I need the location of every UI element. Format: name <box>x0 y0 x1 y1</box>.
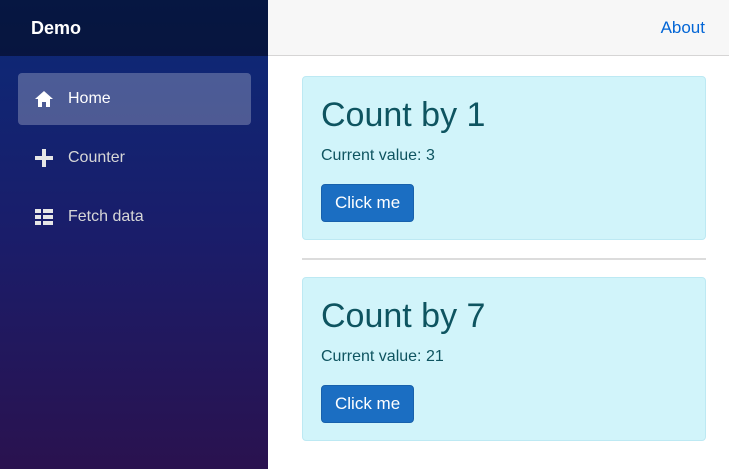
click-me-button[interactable]: Click me <box>321 184 415 222</box>
sidebar-item-label: Counter <box>68 149 125 166</box>
brand-title[interactable]: Demo <box>31 18 81 39</box>
home-icon <box>34 89 54 109</box>
current-value: Current value: 21 <box>321 348 444 365</box>
plus-icon <box>34 148 54 168</box>
sidebar-item-counter[interactable]: Counter <box>18 132 251 184</box>
counter-title: Count by 1 <box>321 96 486 134</box>
list-icon <box>34 207 54 227</box>
sidebar-item-label: Fetch data <box>68 208 144 225</box>
divider <box>302 258 706 260</box>
counter-card-2: Count by 7 Current value: 21 Click me <box>302 277 706 441</box>
counter-title: Count by 7 <box>321 297 486 335</box>
nav-menu: Home Counter Fetch data <box>0 56 268 243</box>
top-bar: About <box>268 0 729 56</box>
counter-card-1: Count by 1 Current value: 3 Click me <box>302 76 706 240</box>
sidebar: Demo Home Counter Fetch data <box>0 0 268 469</box>
sidebar-item-home[interactable]: Home <box>18 73 251 125</box>
sidebar-item-fetch-data[interactable]: Fetch data <box>18 191 251 243</box>
about-link[interactable]: About <box>661 18 705 38</box>
current-value: Current value: 3 <box>321 147 435 164</box>
main-content: Count by 1 Current value: 3 Click me Cou… <box>302 76 706 441</box>
sidebar-item-label: Home <box>68 90 111 107</box>
click-me-button[interactable]: Click me <box>321 385 415 423</box>
brand-bar: Demo <box>0 0 268 56</box>
